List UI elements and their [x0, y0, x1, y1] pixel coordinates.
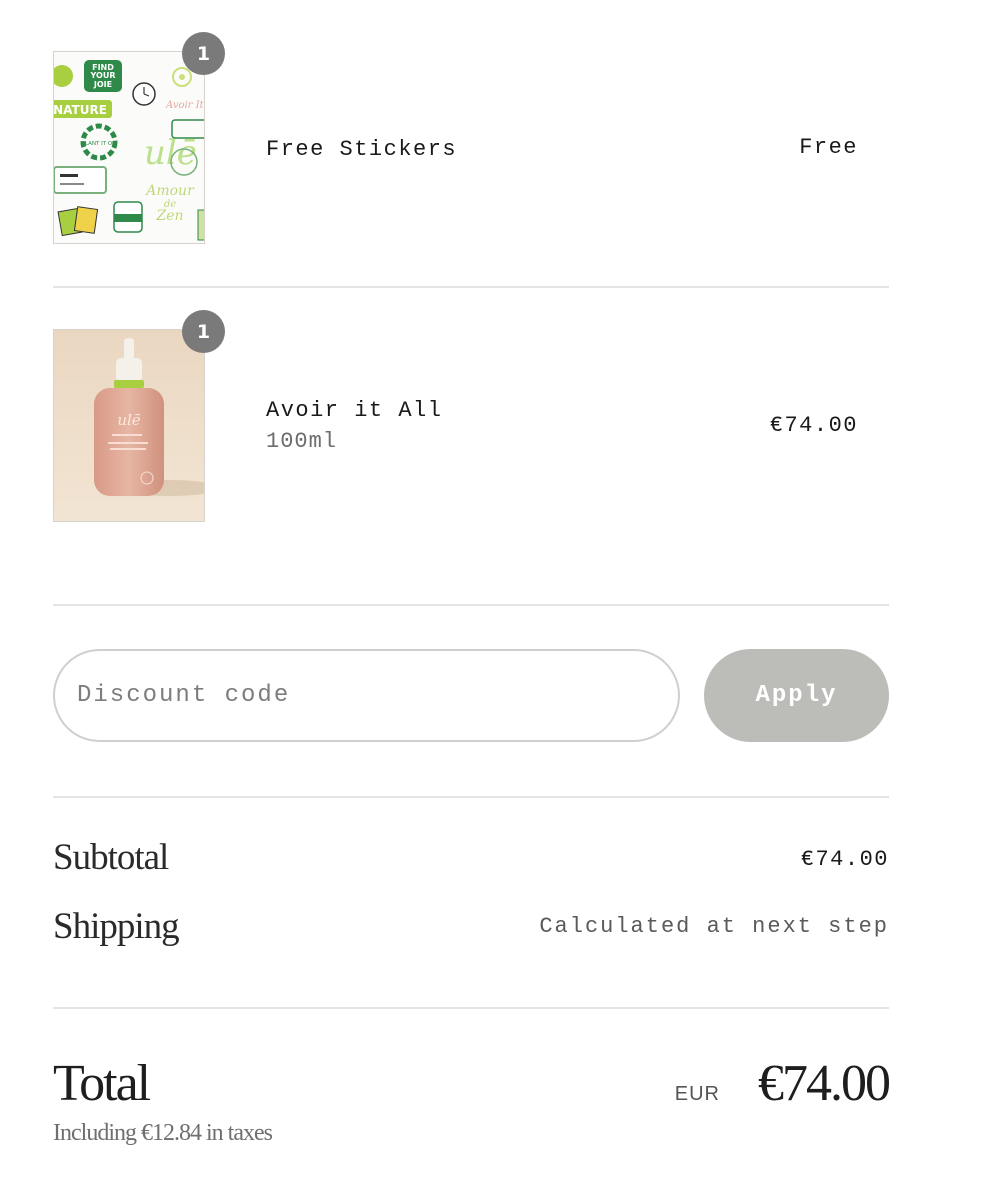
divider	[53, 796, 889, 798]
total-amount: €74.00	[758, 1055, 891, 1112]
shipping-label: Shipping	[53, 906, 180, 947]
discount-code-input[interactable]	[53, 649, 680, 742]
sticker-cards	[57, 206, 99, 237]
total-label: Total	[53, 1055, 151, 1112]
sticker-find-your-joie: FIND YOUR JOIE	[84, 60, 122, 92]
divider	[53, 286, 889, 288]
sticker-text-nature: NATURE	[54, 103, 107, 117]
item-price: Free	[799, 135, 858, 160]
apply-discount-button[interactable]: Apply	[704, 649, 889, 742]
divider	[53, 1007, 889, 1009]
sticker-text-your: YOUR	[90, 71, 116, 80]
sticker-watch	[132, 82, 156, 106]
stickers-sheet-image: FIND YOUR JOIE NATURE Avoir It PLANT IT …	[54, 52, 205, 243]
sticker-text-ule: ulē	[144, 133, 197, 173]
sticker-text-joie: JOIE	[93, 80, 112, 89]
sticker-text-amour: Amour	[144, 183, 195, 199]
product-image-serum: ulē	[53, 329, 205, 522]
item-variant: 100ml	[266, 429, 338, 454]
taxes-note: Including €12.84 in taxes	[53, 1120, 273, 1146]
divider	[53, 604, 889, 606]
sticker-cup	[113, 201, 143, 233]
subtotal-label: Subtotal	[53, 837, 169, 878]
item-name: Free Stickers	[266, 137, 458, 162]
sticker-text-avoir: Avoir It	[165, 100, 205, 111]
product-image-stickers: FIND YOUR JOIE NATURE Avoir It PLANT IT …	[53, 51, 205, 244]
currency-code: EUR	[674, 1083, 720, 1105]
quantity-badge: 1	[182, 32, 225, 75]
subtotal-value: €74.00	[800, 847, 889, 872]
item-price: €74.00	[769, 413, 858, 438]
item-name: Avoir it All	[266, 398, 443, 423]
bottle-brand: ulē	[117, 411, 140, 429]
serum-bottle-image: ulē	[54, 330, 204, 521]
sticker-text-zen: Zen	[155, 208, 183, 224]
sticker-text-plant: PLANT IT ON	[82, 141, 117, 147]
quantity-badge: 1	[182, 310, 225, 353]
shipping-value: Calculated at next step	[539, 914, 889, 939]
